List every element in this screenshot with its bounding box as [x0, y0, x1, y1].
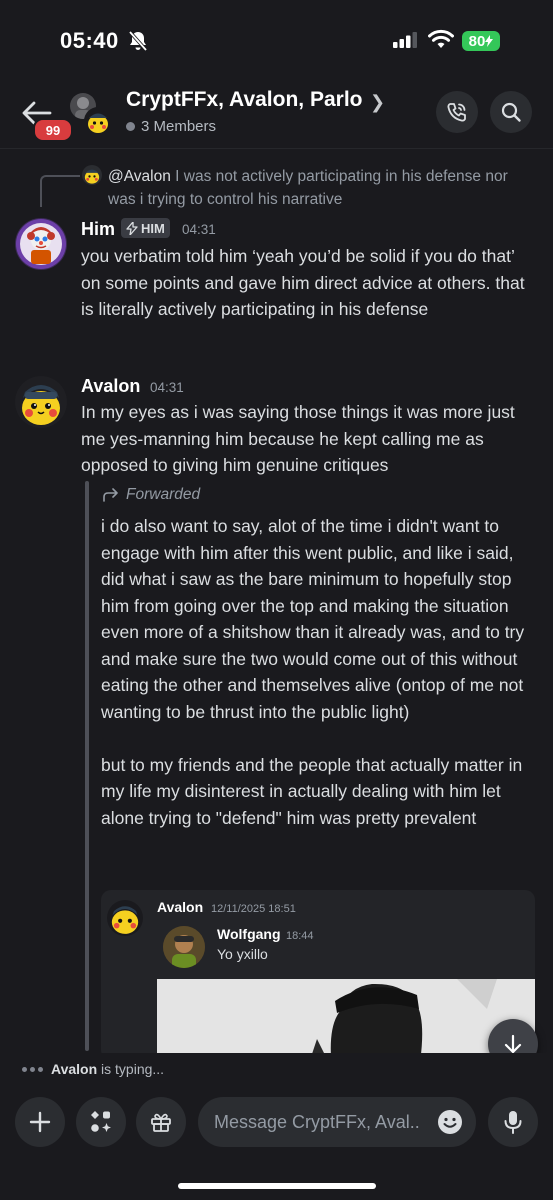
- emoji-icon[interactable]: [436, 1108, 464, 1136]
- embed-inner-timestamp: 18:44: [286, 930, 314, 942]
- embed-avatar: [107, 900, 143, 936]
- voice-call-button[interactable]: [436, 91, 478, 133]
- arrow-down-icon: [504, 1034, 522, 1054]
- author-name[interactable]: Avalon: [81, 376, 140, 397]
- voice-message-button[interactable]: [488, 1097, 538, 1147]
- status-dot: [126, 122, 135, 131]
- forwarded-paragraph: but to my friends and the people that ac…: [101, 754, 523, 828]
- reply-preview[interactable]: @Avalon I was not actively participating…: [108, 165, 528, 211]
- battery-indicator: 80: [462, 31, 500, 51]
- add-attachment-button[interactable]: [15, 1097, 65, 1147]
- reply-connector: [40, 175, 80, 207]
- search-button[interactable]: [490, 91, 532, 133]
- apps-button[interactable]: [76, 1097, 126, 1147]
- forwarded-paragraph: i do also want to say, alot of the time …: [101, 516, 525, 722]
- forwarded-content: i do also want to say, alot of the time …: [101, 513, 541, 831]
- embed-inner-text: Yo yxillo: [217, 946, 268, 962]
- typing-indicator: Avalon is typing...: [22, 1061, 164, 1077]
- forwarded-label: Forwarded: [102, 486, 200, 504]
- embed-author: Avalon: [157, 899, 204, 915]
- cellular-signal-icon: [393, 32, 417, 48]
- embed-inner-avatar: [163, 926, 205, 968]
- message-input[interactable]: [198, 1097, 476, 1147]
- bell-off-icon: [128, 30, 148, 52]
- apps-icon: [91, 1111, 111, 1132]
- reply-avatar: [82, 165, 102, 185]
- chevron-right-icon[interactable]: ❯: [370, 92, 385, 113]
- plus-icon: [29, 1111, 51, 1133]
- gift-icon: [151, 1113, 171, 1132]
- phone-call-icon: [447, 103, 466, 122]
- message-timestamp: 04:31: [150, 380, 184, 395]
- microphone-icon: [504, 1111, 522, 1134]
- channel-title[interactable]: CryptFFx, Avalon, Parlo: [126, 88, 363, 112]
- group-avatar-secondary: [84, 107, 112, 135]
- message-timestamp: 04:31: [182, 222, 216, 237]
- gift-button[interactable]: [136, 1097, 186, 1147]
- embed-inner-author: Wolfgang: [217, 926, 281, 942]
- avatar-him[interactable]: [15, 218, 67, 270]
- avatar-avalon[interactable]: [15, 376, 67, 428]
- lightning-icon: [126, 221, 138, 235]
- search-icon: [501, 102, 521, 122]
- wifi-icon: [428, 29, 454, 48]
- forwarded-embed[interactable]: Avalon 12/11/2025 18:51 Wolfgang 18:44 Y…: [101, 890, 535, 1060]
- forward-arrow-icon: [103, 488, 118, 502]
- role-tag: HIM: [121, 218, 170, 238]
- message-content: In my eyes as i was saying those things …: [81, 402, 515, 475]
- status-time: 05:40: [60, 28, 119, 53]
- message-content: you verbatim told him ‘yeah you’d be sol…: [81, 246, 525, 319]
- typing-dots: [22, 1066, 43, 1072]
- home-indicator: [178, 1183, 376, 1189]
- forward-quote-bar: [85, 481, 89, 1051]
- author-name[interactable]: Him: [81, 219, 115, 240]
- header-divider: [0, 148, 553, 149]
- reply-mention[interactable]: @Avalon: [108, 168, 171, 185]
- embed-timestamp: 12/11/2025 18:51: [211, 903, 296, 915]
- member-count: 3 Members: [126, 118, 216, 135]
- embed-image[interactable]: [157, 979, 535, 1060]
- unread-badge: 99: [33, 118, 73, 142]
